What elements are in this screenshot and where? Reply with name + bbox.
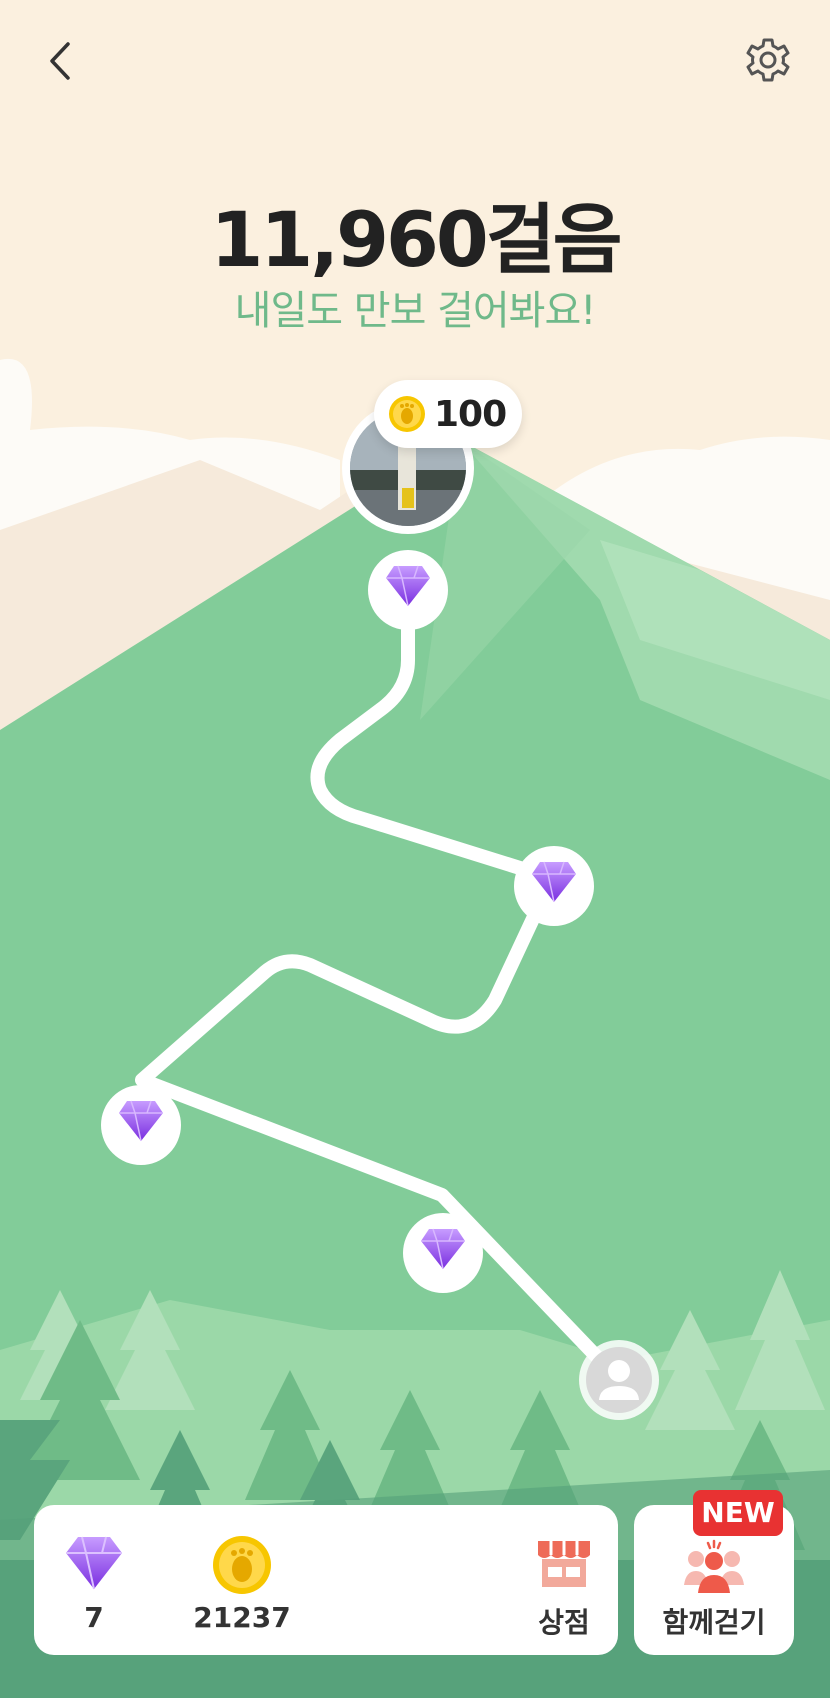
coin-count: 21237 bbox=[193, 1601, 291, 1634]
diamond-balance: 7 bbox=[34, 1505, 154, 1655]
shop-button[interactable]: 상점 bbox=[514, 1505, 614, 1655]
wallet-card: 7 21237 상점 bbox=[34, 1505, 618, 1655]
summit-reward-bubble[interactable]: 100 bbox=[374, 380, 523, 448]
settings-button[interactable] bbox=[742, 34, 794, 86]
coin-balance: 21237 bbox=[154, 1505, 334, 1655]
diamond-icon bbox=[66, 1536, 122, 1590]
diamond-milestone[interactable] bbox=[101, 1085, 181, 1165]
coin-footprint-icon bbox=[389, 396, 425, 432]
diamond-milestone[interactable] bbox=[368, 550, 448, 630]
group-icon bbox=[684, 1539, 744, 1593]
walk-together-label: 함께걷기 bbox=[662, 1606, 766, 1639]
new-badge: NEW bbox=[693, 1490, 783, 1536]
diamond-milestone[interactable] bbox=[514, 846, 594, 926]
encouragement-message: 내일도 만보 걸어봐요! bbox=[234, 288, 597, 334]
shop-label: 상점 bbox=[538, 1606, 590, 1639]
chevron-left-icon bbox=[50, 42, 70, 80]
diamond-milestone[interactable] bbox=[403, 1213, 483, 1293]
coin-footprint-icon bbox=[213, 1536, 271, 1594]
steps-count: 11,960걸음 bbox=[210, 195, 622, 284]
diamond-count: 7 bbox=[84, 1601, 104, 1634]
back-button[interactable] bbox=[36, 36, 86, 86]
store-icon bbox=[538, 1541, 590, 1587]
summit-reward-amount: 100 bbox=[434, 393, 507, 435]
gear-icon bbox=[746, 38, 790, 82]
current-position-avatar bbox=[579, 1340, 659, 1420]
